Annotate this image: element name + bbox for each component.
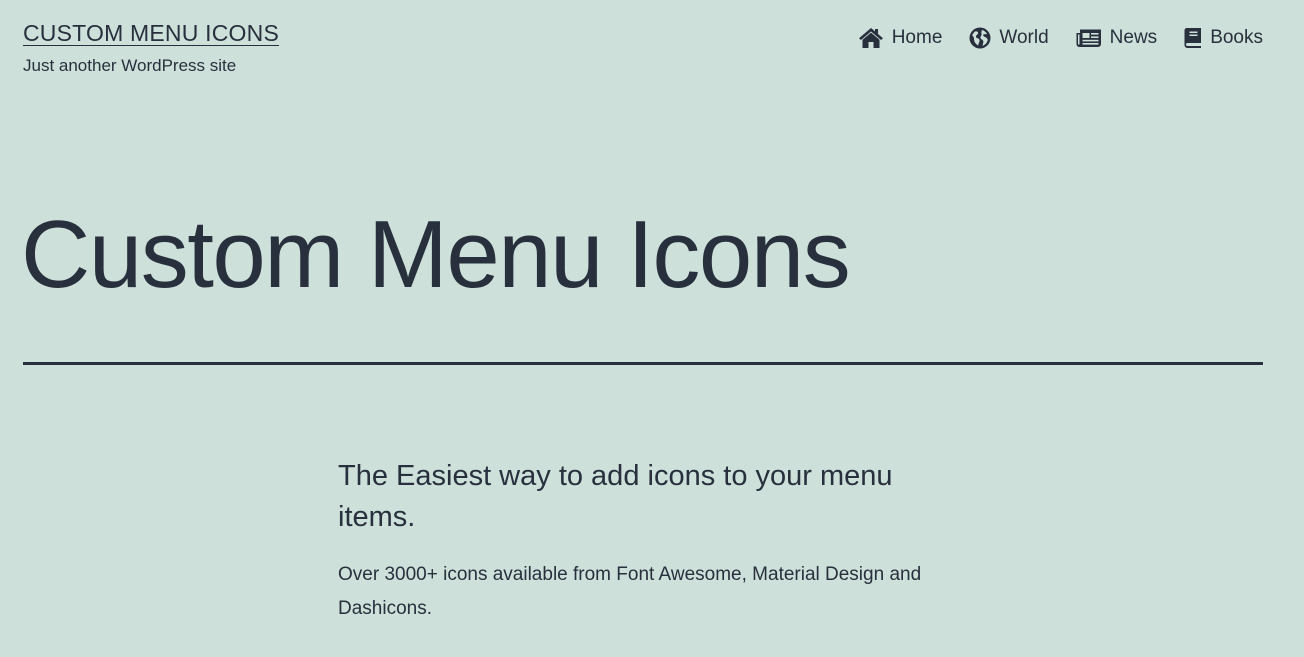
home-icon: [858, 27, 884, 49]
site-description: Just another WordPress site: [23, 56, 237, 75]
page-title: Custom Menu Icons: [21, 201, 851, 308]
site-title-link[interactable]: CUSTOM MENU ICONS: [23, 18, 279, 48]
menu-item-world[interactable]: World: [969, 24, 1049, 52]
title-divider: [23, 362, 1263, 365]
body-paragraph: Over 3000+ icons available from Font Awe…: [338, 564, 922, 619]
primary-menu: Home World News Books: [858, 24, 1263, 52]
menu-item-news[interactable]: News: [1076, 24, 1158, 52]
book-icon: [1184, 27, 1202, 49]
site-header: CUSTOM MENU ICONS Just another WordPress…: [23, 18, 279, 77]
menu-item-home[interactable]: Home: [858, 24, 943, 52]
menu-item-home-label: Home: [891, 27, 943, 48]
page-content: The Easiest way to add icons to your men…: [338, 456, 958, 626]
menu-item-news-label: News: [1109, 27, 1158, 48]
lead-paragraph: The Easiest way to add icons to your men…: [338, 460, 893, 533]
menu-item-books[interactable]: Books: [1184, 24, 1263, 52]
globe-icon: [969, 27, 991, 49]
newspaper-icon: [1076, 28, 1102, 48]
menu-item-world-label: World: [999, 27, 1049, 48]
menu-item-books-label: Books: [1210, 27, 1263, 48]
